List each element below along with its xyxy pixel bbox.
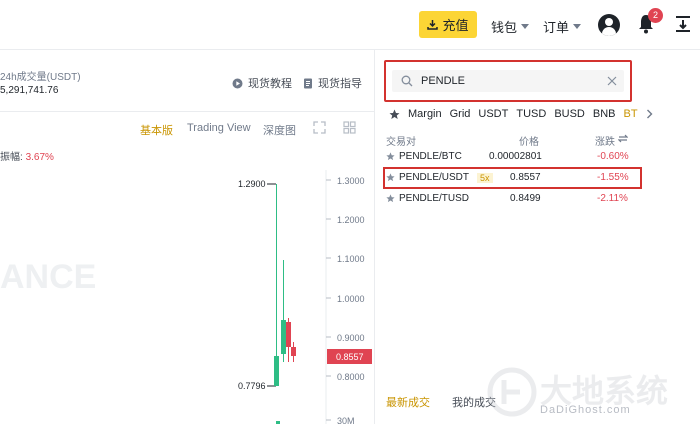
column-header-price: 价格 — [519, 137, 539, 148]
orders-label: 订单 — [543, 20, 570, 35]
low-price-label: 0.7796 — [238, 381, 266, 391]
star-icon[interactable] — [386, 152, 395, 161]
pair-name: PENDLE/TUSD — [399, 193, 470, 204]
spot-guide-link[interactable]: 现货指导 — [303, 75, 362, 91]
axis-tick-label: 1.1000 — [337, 254, 365, 264]
axis-tick-label: 1.3000 — [337, 176, 365, 186]
pair-cell: PENDLE/USDT 5x — [386, 172, 493, 183]
candle-body — [274, 356, 279, 386]
grid-layout-icon[interactable] — [343, 121, 356, 134]
search-icon — [401, 75, 413, 87]
tab-basic[interactable]: 基本版 — [140, 122, 173, 138]
pair-change: -1.55% — [597, 172, 629, 183]
pair-change: -2.11% — [597, 193, 628, 204]
column-header-pair: 交易对 — [386, 137, 416, 148]
chart-tabs: 基本版 Trading View 深度图 — [0, 112, 374, 142]
volume-label: 24h成交量(USDT) — [0, 72, 81, 83]
axis-tick-label: 0.8000 — [337, 372, 365, 382]
watermark-subtext: DaDiGhost.com — [540, 404, 631, 416]
volume-value: 5,291,741.76 — [0, 85, 59, 96]
axis-tick-label: 30M — [337, 416, 355, 424]
candle-body — [286, 322, 291, 347]
tab-latest-trades[interactable]: 最新成交 — [386, 394, 430, 410]
column-header-change[interactable]: 涨跌 — [595, 133, 615, 148]
tab-usdt[interactable]: USDT — [478, 108, 508, 120]
wallet-menu[interactable]: 钱包 — [491, 17, 530, 36]
market-category-tabs: Margin Grid USDT TUSD BUSD BNB BT — [389, 108, 653, 120]
star-icon[interactable] — [386, 194, 395, 203]
sort-toggle-icon[interactable] — [618, 134, 628, 143]
table-row[interactable]: PENDLE/BTC 0.00002801 -0.60% — [383, 147, 642, 167]
tab-tradingview[interactable]: Trading View — [187, 122, 251, 134]
axis-tick-label: 1.2000 — [337, 215, 365, 225]
price-chart[interactable]: ANCE 1.3000 1.2000 1.1000 1.0000 0.9000 … — [0, 160, 374, 424]
price-axis: 1.3000 1.2000 1.1000 1.0000 0.9000 0.800… — [326, 176, 365, 424]
candle-body — [291, 347, 296, 356]
play-icon — [232, 78, 243, 88]
search-highlight-box: PENDLE — [384, 60, 632, 102]
high-price-label: 1.2900 — [238, 179, 266, 189]
candle-body — [281, 320, 286, 354]
download-app-icon[interactable] — [674, 15, 692, 33]
leverage-badge: 5x — [477, 172, 493, 183]
table-row[interactable]: PENDLE/TUSD 0.8499 -2.11% — [383, 189, 642, 209]
pair-price: 0.8557 — [510, 172, 541, 183]
fullscreen-icon[interactable] — [313, 121, 326, 134]
close-icon[interactable] — [607, 76, 617, 86]
pair-cell: PENDLE/BTC — [386, 151, 462, 162]
tab-grid[interactable]: Grid — [450, 108, 471, 120]
pair-price: 0.8499 — [510, 193, 541, 204]
tab-depth[interactable]: 深度图 — [263, 122, 296, 138]
table-row-selected[interactable]: PENDLE/USDT 5x 0.8557 -1.55% — [383, 167, 642, 189]
axis-tick-label: 1.0000 — [337, 294, 365, 304]
pair-change: -0.60% — [597, 151, 629, 162]
spot-tutorial-link[interactable]: 现货教程 — [232, 75, 292, 91]
tab-margin[interactable]: Margin — [408, 108, 442, 120]
orders-menu[interactable]: 订单 — [543, 17, 582, 36]
tab-bnb[interactable]: BNB — [593, 108, 616, 120]
pair-price: 0.00002801 — [489, 151, 542, 162]
chevron-right-icon[interactable] — [646, 109, 653, 119]
star-icon[interactable] — [389, 109, 400, 120]
tab-bt[interactable]: BT — [624, 108, 638, 120]
wallet-label: 钱包 — [491, 20, 518, 35]
download-icon — [427, 20, 439, 30]
chart-watermark: ANCE — [0, 258, 96, 296]
chevron-down-icon — [521, 24, 530, 29]
spot-tutorial-label: 现货教程 — [248, 78, 292, 90]
notification-badge: 2 — [648, 8, 663, 23]
search-input[interactable]: PENDLE — [392, 70, 624, 92]
search-value: PENDLE — [421, 75, 466, 87]
document-icon — [304, 78, 312, 88]
star-icon[interactable] — [386, 173, 395, 182]
top-navigation-bar: 充值 钱包 订单 2 — [0, 0, 700, 50]
pair-cell: PENDLE/TUSD — [386, 193, 469, 204]
deposit-label: 充值 — [442, 18, 469, 33]
current-price-label: 0.8557 — [336, 352, 364, 362]
tab-tusd[interactable]: TUSD — [516, 108, 546, 120]
pair-name: PENDLE/USDT — [399, 172, 470, 183]
pair-name: PENDLE/BTC — [399, 151, 462, 162]
axis-tick-label: 0.9000 — [337, 333, 365, 343]
user-avatar-icon[interactable] — [598, 14, 620, 36]
chevron-down-icon — [573, 24, 582, 29]
deposit-button[interactable]: 充值 — [419, 11, 477, 38]
spot-guide-label: 现货指导 — [318, 78, 362, 90]
ticker-strip: 24h成交量(USDT) 5,291,741.76 现货教程 现货指导 — [0, 50, 374, 112]
tab-busd[interactable]: BUSD — [554, 108, 585, 120]
